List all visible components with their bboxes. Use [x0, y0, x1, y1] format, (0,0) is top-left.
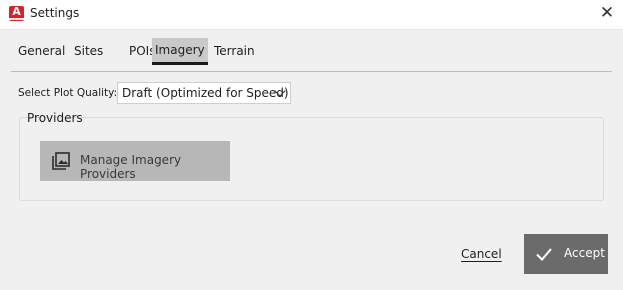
- plot-quality-select[interactable]: Draft (Optimized for Speed): [117, 82, 291, 104]
- tab-sites[interactable]: Sites: [71, 38, 106, 65]
- plot-quality-value: Draft (Optimized for Speed): [122, 86, 289, 100]
- image-stack-icon: [52, 152, 70, 170]
- checkmark-icon: [536, 248, 552, 261]
- manage-imagery-providers-label: Manage Imagery Providers: [80, 153, 182, 181]
- plot-quality-label: Select Plot Quality:: [18, 87, 118, 99]
- title-bar: A Settings ✕: [0, 0, 623, 30]
- close-icon[interactable]: ✕: [592, 0, 622, 29]
- app-icon: A: [9, 6, 24, 21]
- accept-button[interactable]: Accept: [524, 234, 608, 274]
- tab-general[interactable]: General: [15, 38, 68, 65]
- providers-group-label: Providers: [27, 111, 83, 125]
- accept-label: Accept: [564, 246, 605, 260]
- tabs-divider: [11, 71, 612, 72]
- settings-dialog: A Settings ✕ General Sites POIs Imagery …: [0, 0, 623, 290]
- app-icon-letter: A: [12, 5, 21, 18]
- tab-imagery[interactable]: Imagery: [152, 38, 208, 65]
- tab-terrain[interactable]: Terrain: [211, 38, 258, 65]
- cancel-button[interactable]: Cancel: [461, 247, 502, 261]
- manage-imagery-providers-button[interactable]: Manage Imagery Providers: [40, 141, 230, 181]
- window-title: Settings: [30, 6, 80, 20]
